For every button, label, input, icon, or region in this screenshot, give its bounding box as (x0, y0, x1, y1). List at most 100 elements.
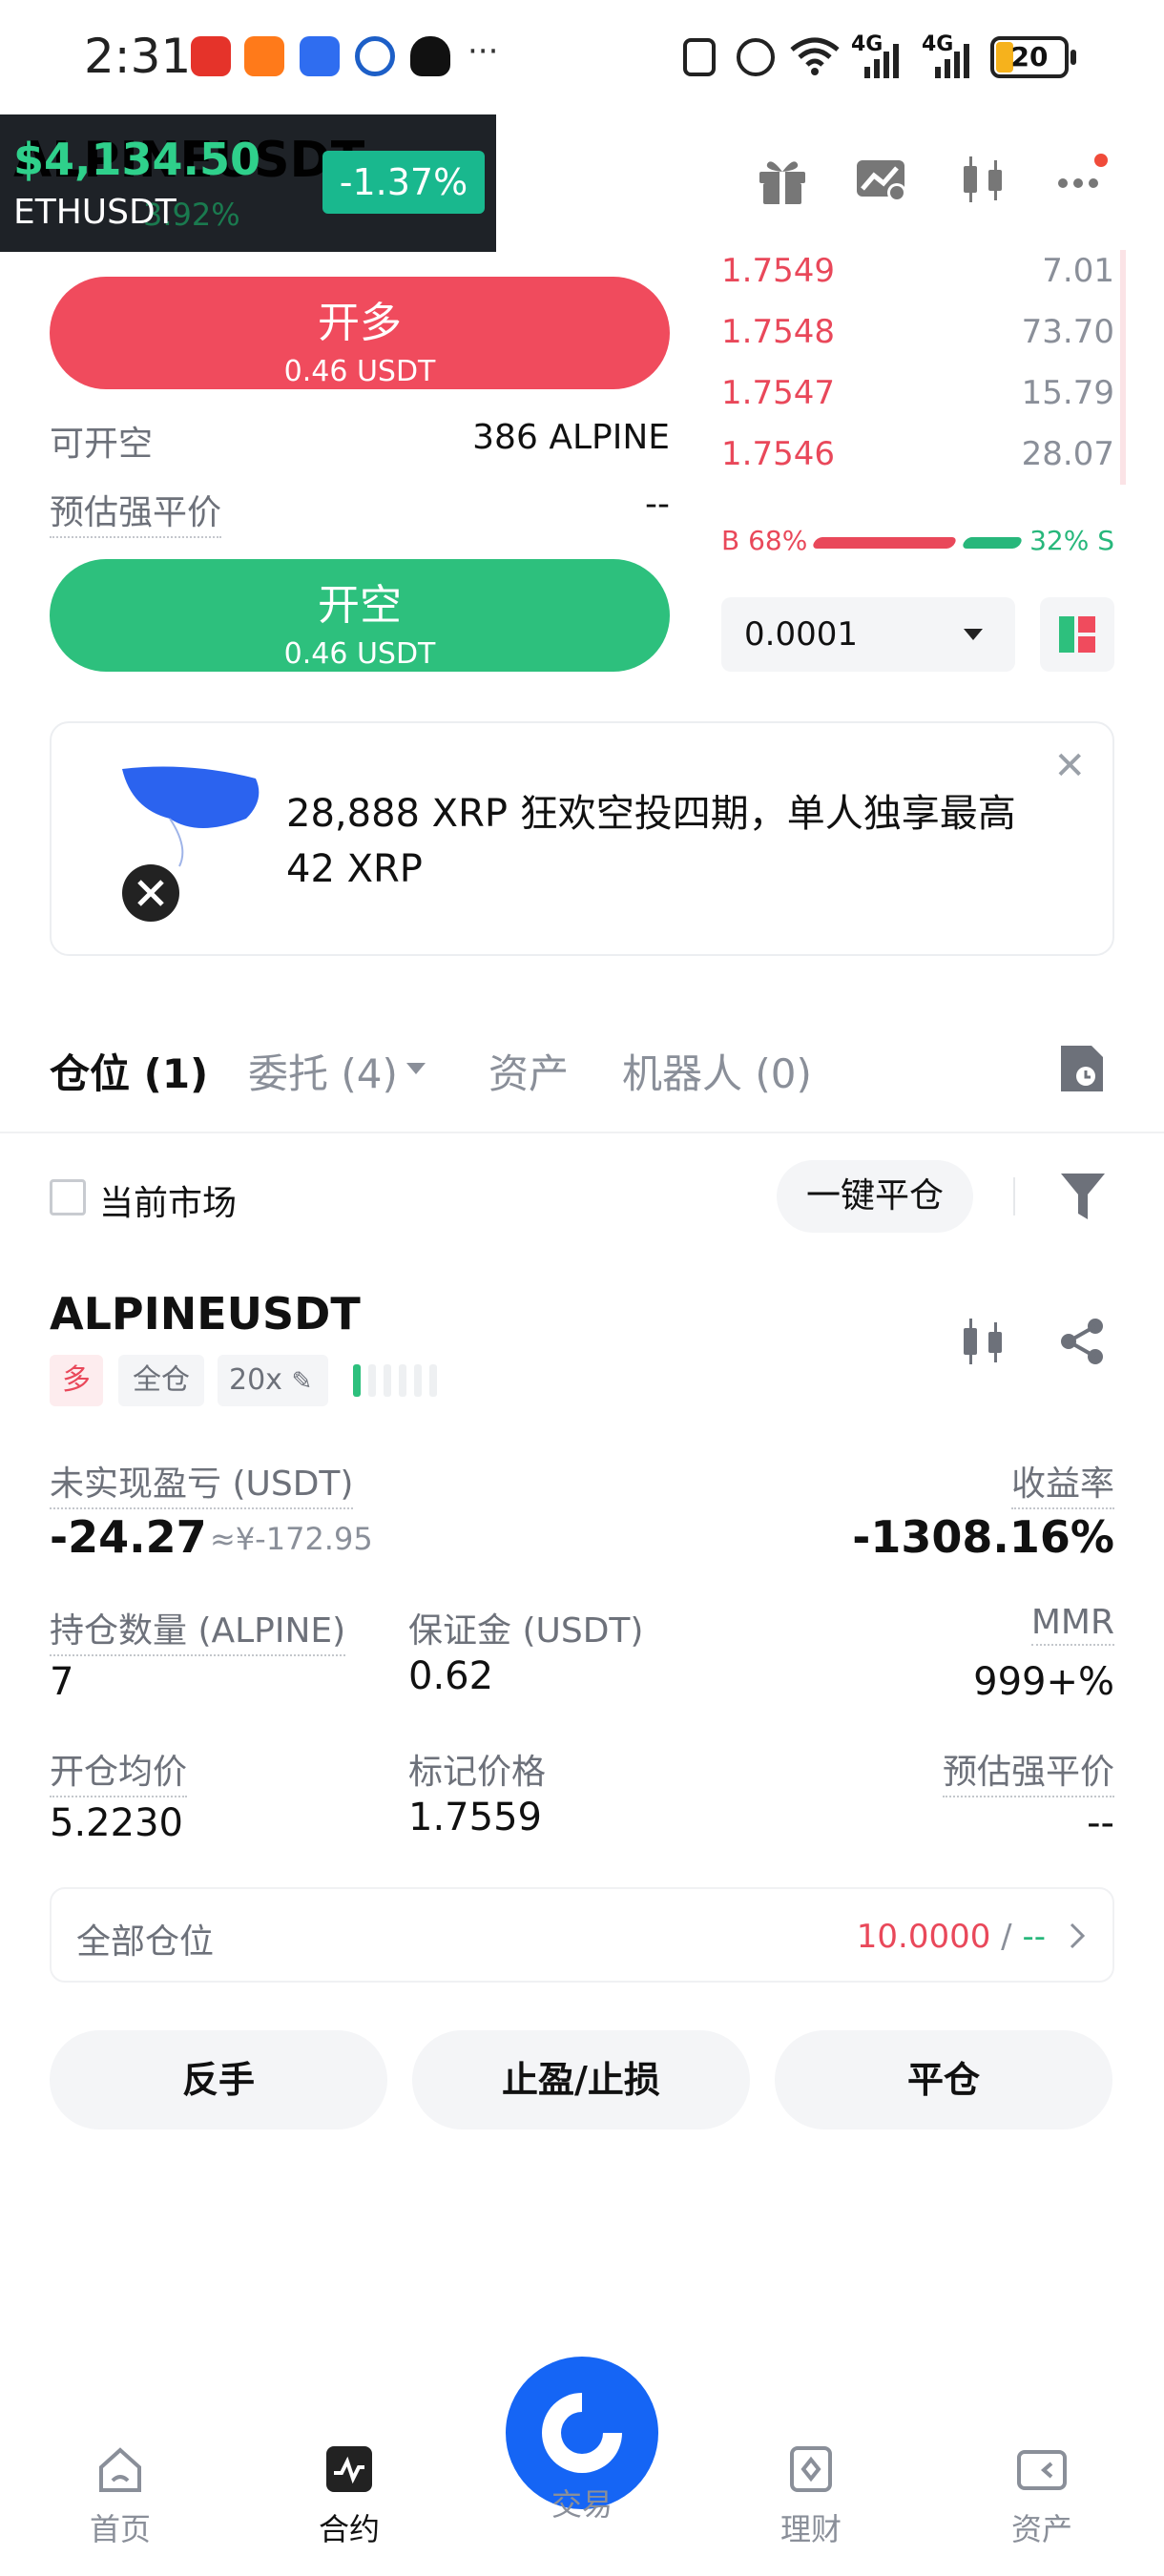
nav-trade[interactable]: 交易 (525, 2475, 639, 2524)
history-icon[interactable] (1057, 1042, 1107, 1095)
leverage-value: 20x (229, 1363, 282, 1397)
ticker-price: $4,134.50 (13, 134, 260, 185)
sell-ratio: 32% S (1029, 525, 1114, 556)
candlestick-icon[interactable] (954, 151, 1011, 208)
signal-bars-icon-1 (864, 44, 899, 78)
sl-value: -- (1022, 1918, 1046, 1956)
all-positions-row[interactable]: 全部仓位 10.0000 / -- (50, 1887, 1114, 1983)
sell-ratio-bar (961, 537, 1024, 549)
layout-icon (1059, 616, 1095, 653)
caret-down-icon (964, 629, 983, 640)
tpsl-button[interactable]: 止盈/止损 (412, 2030, 750, 2129)
signal-bars-icon-2 (935, 44, 969, 78)
filter-divider (1013, 1177, 1015, 1215)
depth-bar (1120, 250, 1126, 485)
promo-text: 28,888 XRP 狂欢空投四期，单人独享最高 42 XRP (286, 792, 1016, 891)
close-all-label: 一键平仓 (805, 1176, 944, 1215)
current-market-checkbox[interactable] (50, 1179, 86, 1215)
liq-price-label[interactable]: 预估强平价 (942, 1744, 1114, 1797)
candlestick-icon[interactable] (958, 1315, 1009, 1368)
close-position-button[interactable]: 平仓 (775, 2030, 1112, 2129)
chevron-right-icon (1070, 1922, 1086, 1949)
ask-price[interactable]: 1.7549 (721, 252, 835, 290)
margin-value: 0.62 (408, 1654, 494, 1698)
precision-value: 0.0001 (744, 615, 858, 654)
c-app-icon (355, 36, 395, 76)
tab-orders[interactable]: 委托 (4) (248, 1042, 398, 1100)
tpsl-label: 止盈/止损 (502, 2059, 660, 2101)
futures-icon (326, 2446, 372, 2492)
ask-price[interactable]: 1.7548 (721, 313, 835, 351)
open-long-label: 开多 (318, 299, 402, 347)
filter-icon[interactable] (1059, 1170, 1107, 1223)
orange-app-icon (244, 36, 284, 76)
available-label: 可开空 (50, 425, 154, 464)
tab-assets[interactable]: 资产 (488, 1042, 569, 1100)
ask-qty: 28.07 (1021, 435, 1114, 473)
tpsl-values: 10.0000 / -- (857, 1918, 1046, 1956)
buy-ratio-bar (811, 537, 958, 549)
status-bar: 2:31 ··· 4G 4G 20 (0, 0, 1164, 114)
battery-level: 20 (1010, 41, 1049, 73)
unrealized-pnl-label[interactable]: 未实现盈亏 (USDT) (50, 1456, 354, 1509)
position-symbol[interactable]: ALPINEUSDT (50, 1288, 361, 1340)
nav-assets[interactable]: 资产 (985, 2442, 1099, 2549)
more-icon[interactable] (1053, 151, 1111, 208)
side-tag: 多 (50, 1355, 103, 1406)
chart-settings-icon[interactable] (853, 151, 910, 208)
nav-futures[interactable]: 合约 (292, 2442, 406, 2549)
nav-earn-label: 理财 (779, 2511, 842, 2547)
gift-icon[interactable] (754, 151, 811, 208)
open-long-button[interactable]: 开多 0.46 USDT (50, 277, 670, 389)
position-qty-label[interactable]: 持仓数量 (ALPINE) (50, 1603, 346, 1656)
mmr-value: 999+% (973, 1660, 1114, 1704)
open-short-button[interactable]: 开空 0.46 USDT (50, 559, 670, 672)
qq-penguin-icon (410, 36, 450, 76)
margin-mode-tag: 全仓 (118, 1355, 204, 1406)
roe-value: -1308.16% (852, 1511, 1114, 1563)
alarm-icon (737, 38, 775, 76)
earn-icon (790, 2446, 832, 2492)
leverage-tag[interactable]: 20x ✎ (218, 1355, 328, 1406)
close-icon[interactable]: ✕ (1053, 744, 1086, 788)
ask-qty: 7.01 (1042, 252, 1114, 290)
open-short-label: 开空 (318, 581, 402, 630)
ticker-change-badge: -1.37% (322, 151, 485, 214)
floating-ticker[interactable]: ALPINEUSDT 3.92% $4,134.50 ETHUSDT -1.37… (0, 114, 496, 252)
orderbook-layout-button[interactable] (1040, 597, 1114, 672)
reverse-label: 反手 (181, 2059, 255, 2101)
ask-price[interactable]: 1.7546 (721, 435, 835, 473)
mmr-label[interactable]: MMR (1030, 1603, 1114, 1646)
unrealized-pnl-value: -24.27 (50, 1511, 207, 1563)
tab-positions[interactable]: 仓位 (1) (50, 1042, 208, 1100)
roe-label[interactable]: 收益率 (1010, 1456, 1114, 1509)
mark-price-value: 1.7559 (408, 1796, 542, 1839)
nav-home[interactable]: 首页 (63, 2442, 177, 2549)
promo-banner[interactable]: 28,888 XRP 狂欢空投四期，单人独享最高 42 XRP ✕ (50, 721, 1114, 956)
tpsl-separator: / (990, 1918, 1023, 1956)
all-positions-label: 全部仓位 (76, 1922, 215, 1962)
entry-price-label[interactable]: 开仓均价 (50, 1744, 188, 1797)
blue-app-icon (300, 36, 340, 76)
status-overflow: ··· (468, 32, 499, 71)
liq-price-value: -- (1087, 1801, 1114, 1845)
ask-qty: 73.70 (1021, 313, 1114, 351)
wallet-icon (1017, 2450, 1067, 2490)
open-short-amount: 0.46 USDT (283, 637, 436, 671)
precision-select[interactable]: 0.0001 (721, 597, 1015, 672)
position-qty-value: 7 (50, 1660, 74, 1704)
orders-caret-icon[interactable] (406, 1063, 426, 1074)
ticker-symbol: ETHUSDT (13, 193, 177, 232)
nav-earn[interactable]: 理财 (754, 2442, 868, 2549)
tab-bots[interactable]: 机器人 (0) (622, 1042, 812, 1100)
status-time: 2:31 (84, 29, 192, 84)
ask-price[interactable]: 1.7547 (721, 374, 835, 412)
nav-trade-label: 交易 (551, 2486, 613, 2523)
close-all-button[interactable]: 一键平仓 (777, 1160, 973, 1233)
reverse-button[interactable]: 反手 (50, 2030, 387, 2129)
buy-ratio: B 68% (721, 525, 808, 556)
est-liq-price-label[interactable]: 预估强平价 (50, 485, 222, 538)
mark-price-label: 标记价格 (408, 1753, 547, 1792)
wifi-icon (790, 37, 840, 75)
share-icon[interactable] (1057, 1317, 1107, 1366)
